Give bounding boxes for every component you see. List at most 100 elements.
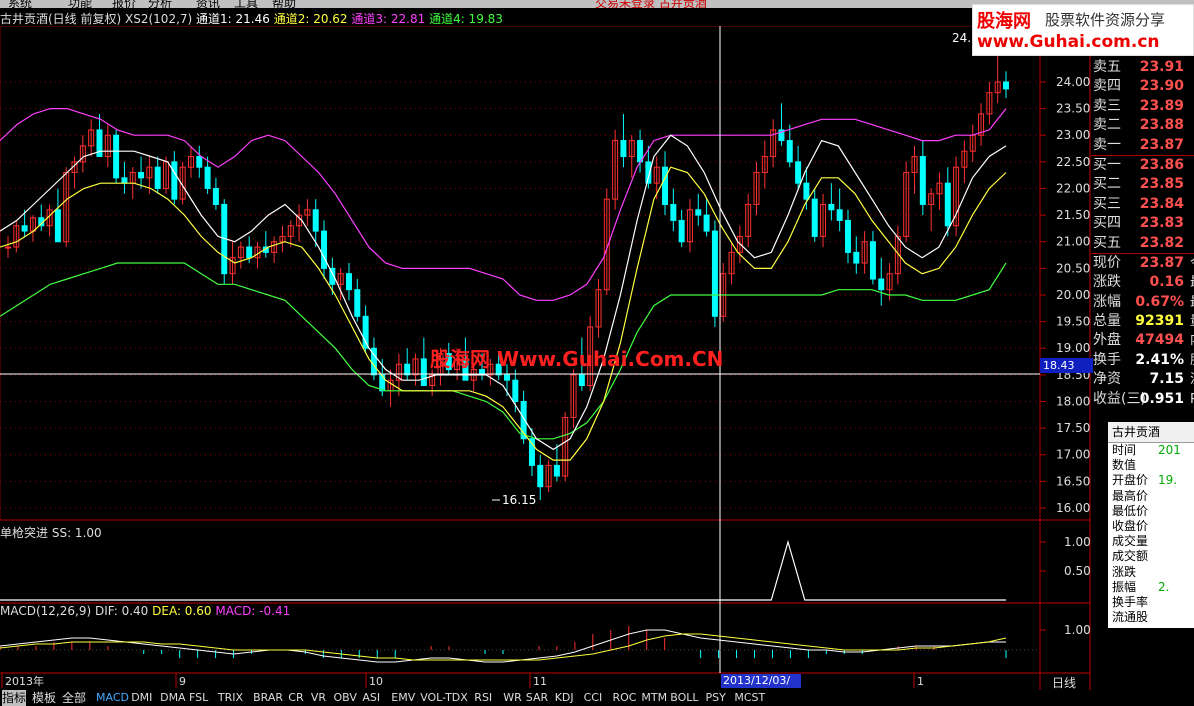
channel-label-4: 通道4: 19.83	[425, 12, 503, 26]
tab-2[interactable]: 全部	[62, 690, 86, 706]
time-label: 10	[369, 675, 383, 688]
order-book-extra: 最	[1190, 273, 1194, 292]
indicator-tab-dmi[interactable]: DMI	[131, 690, 152, 706]
indicator-tab-asi[interactable]: ASI	[362, 690, 380, 706]
candle-body	[138, 172, 145, 179]
order-book-label: 卖四	[1093, 78, 1121, 95]
y-tick-label: 22.00	[1056, 181, 1090, 195]
info-row: 收盘价	[1108, 519, 1194, 534]
candle-body	[844, 219, 851, 253]
order-book-label: 卖一	[1093, 136, 1121, 153]
order-book-extra: P	[1190, 391, 1194, 407]
y-tick-label: 17.00	[1056, 448, 1090, 462]
order-book-label: 买五	[1093, 234, 1121, 251]
order-book-value: 0.67%	[1135, 293, 1184, 310]
candle-body	[345, 273, 352, 291]
candle-body	[670, 203, 677, 221]
indicator-tab-dma[interactable]: DMA	[160, 690, 186, 706]
menu-item-0[interactable]: 系统	[8, 0, 32, 8]
order-book-row: 外盘 47494 内	[1091, 331, 1194, 350]
main-panel-header: 古井贡酒(日线 前复权) XS2(102,7) 通道1: 21.46 通道2: …	[0, 10, 503, 26]
candle-body	[711, 230, 718, 317]
macd-title: MACD(12,26,9)	[0, 604, 92, 618]
info-rows: 时间 201 数值 开盘价 19. 最高价 最低价 收盘价 成交量 成交额 涨跌 振幅 2. 换手率 流通股	[1108, 443, 1194, 625]
info-key: 换手率	[1112, 594, 1149, 609]
indicator-tab-wr[interactable]: WR	[503, 690, 522, 706]
sub2-header: MACD(12,26,9) DIF: 0.40 DEA: 0.60 MACD: …	[0, 604, 290, 618]
info-key: 数值	[1112, 458, 1137, 473]
tab-1[interactable]: 模板	[32, 690, 56, 706]
indicator-tab-psy[interactable]: PSY	[706, 690, 726, 706]
candle-body	[836, 209, 843, 221]
order-book-row: 买三 23.84	[1091, 195, 1194, 214]
order-book-extra: 最	[1190, 293, 1194, 312]
order-book-row: 卖五 23.91	[1091, 58, 1194, 77]
info-title: 古井贡酒	[1108, 422, 1194, 443]
indicator-tab-mtm[interactable]: MTM	[641, 690, 667, 706]
candle-body	[204, 166, 211, 189]
indicator-tab-obv[interactable]: OBV	[334, 690, 357, 706]
indicator-tab-cr[interactable]: CR	[288, 690, 303, 706]
y-tick-label: 19.50	[1056, 315, 1090, 329]
order-book-label: 卖三	[1093, 97, 1121, 114]
indicator-tab-trix[interactable]: TRIX	[218, 690, 243, 706]
indicator-tab-rsi[interactable]: RSI	[474, 690, 492, 706]
indicator-tab-cci[interactable]: CCI	[584, 690, 603, 706]
menu-item-3[interactable]: 分析	[148, 0, 172, 8]
y-tick-label: 20.00	[1056, 288, 1090, 302]
y-tick-label: 17.50	[1056, 421, 1090, 435]
crosshair-date: 2013/12/03/二	[721, 674, 801, 701]
order-book-row: 现价 23.87 今	[1091, 252, 1194, 273]
indicator-tab-brar[interactable]: BRAR	[253, 690, 283, 706]
info-key: 流通股	[1112, 610, 1149, 625]
macd-dea: DEA: 0.60	[152, 604, 212, 618]
channel-label-3: 通道3: 22.81	[347, 12, 426, 26]
info-key: 振幅	[1112, 579, 1137, 594]
order-book-row: 总量 92391 量	[1091, 312, 1194, 331]
period-label[interactable]: 日线	[1052, 674, 1076, 691]
candle-body	[512, 379, 519, 402]
menu-item-5[interactable]: 工具	[234, 0, 258, 8]
indicator-tab-vol-tdx[interactable]: VOL-TDX	[420, 690, 468, 706]
indicator-tab-vr[interactable]: VR	[311, 690, 326, 706]
order-book-value: 0.16	[1149, 274, 1184, 291]
info-key: 最高价	[1112, 488, 1149, 503]
candle-body	[321, 230, 328, 269]
indicator-tab-macd[interactable]: MACD	[96, 690, 129, 706]
order-book-row: 卖四 23.90	[1091, 77, 1194, 96]
info-key: 开盘价	[1112, 473, 1149, 488]
candle-body	[362, 315, 369, 349]
indicator-tab-fsl[interactable]: FSL	[189, 690, 208, 706]
y-tick-label: 21.50	[1056, 208, 1090, 222]
menu-item-6[interactable]: 帮助	[272, 0, 296, 8]
order-book-row: 买一 23.86	[1091, 154, 1194, 175]
candle-body	[919, 156, 926, 205]
menu-item-1[interactable]: 功能	[68, 0, 92, 8]
site-logo: 股海网 股票软件资源分享 www.Guhai.com.cn	[972, 4, 1194, 56]
order-book-value: 47494	[1135, 332, 1184, 349]
order-book-label: 总量	[1093, 313, 1121, 330]
macd-dif-line	[0, 629, 1006, 663]
info-key: 成交额	[1112, 549, 1149, 564]
indicator-tab-mcst[interactable]: MCST	[734, 690, 765, 706]
menu-item-4[interactable]: 资讯	[196, 0, 220, 8]
order-book-row: 换手 2.41% 股	[1091, 351, 1194, 370]
indicator-tab-sar[interactable]: SAR	[526, 690, 548, 706]
candle-body	[504, 374, 510, 381]
indicator-tab-boll[interactable]: BOLL	[670, 690, 698, 706]
candle-body	[853, 251, 860, 264]
indicator-tab-roc[interactable]: ROC	[613, 690, 637, 706]
indicator-tab-emv[interactable]: EMV	[391, 690, 415, 706]
y-tick-label: 23.00	[1056, 128, 1090, 142]
order-book-value: 0.951	[1139, 390, 1184, 407]
indicator-tab-kdj[interactable]: KDJ	[555, 690, 574, 706]
order-book: 卖五 23.91 卖四 23.90 卖三 23.89 卖二 23.88 卖一 23.87 买一 23.…	[1091, 58, 1194, 409]
info-row: 振幅 2.	[1108, 580, 1194, 595]
y-tick-label: 18.00	[1056, 394, 1090, 408]
menu-item-2[interactable]: 报价	[112, 0, 136, 8]
order-book-label: 涨跌	[1093, 274, 1121, 291]
stock-title: 古井贡酒(日线 前复权)	[0, 12, 122, 26]
tab-0[interactable]: 指标	[2, 690, 27, 706]
info-window[interactable]: 古井贡酒 时间 201 数值 开盘价 19. 最高价 最低价 收盘价 成交量 成交额 涨跌 振幅 2. 换…	[1108, 422, 1194, 628]
order-book-label: 卖五	[1093, 59, 1121, 75]
